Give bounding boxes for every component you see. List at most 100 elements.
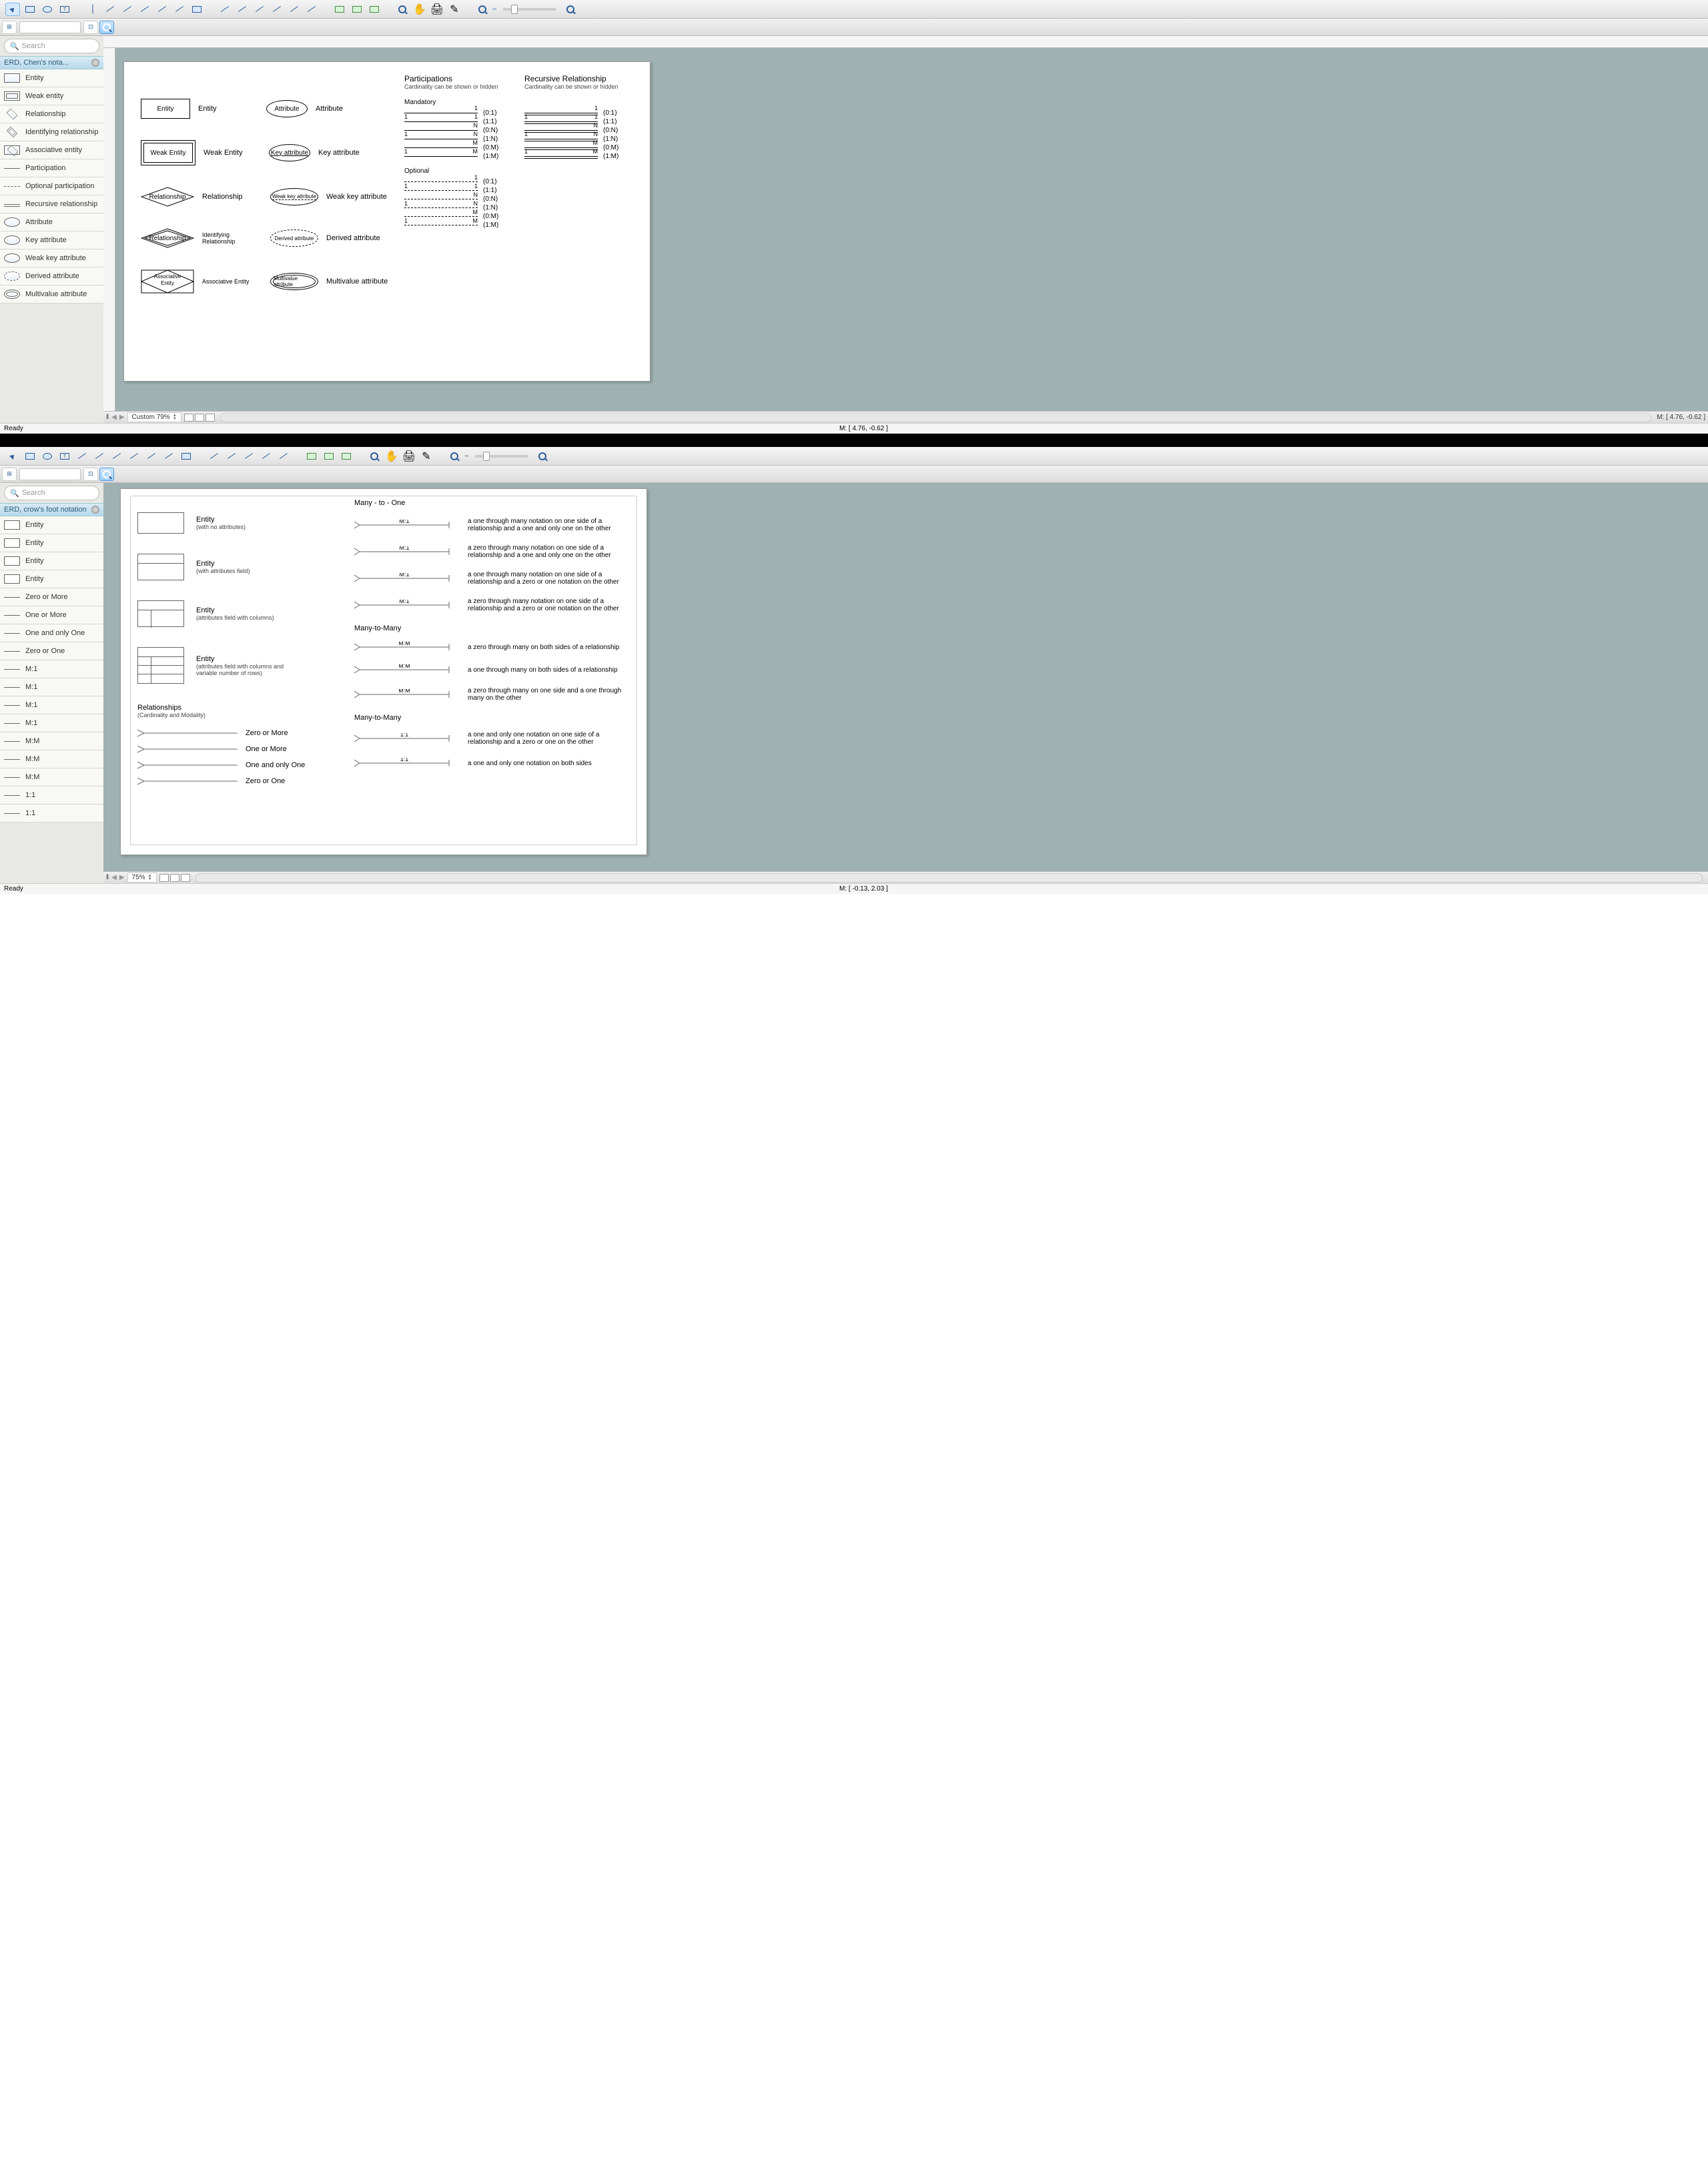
zoom-selector-2[interactable]: 75% ▲▼ — [127, 873, 157, 883]
connector-tool-6[interactable] — [172, 3, 187, 16]
hand-tool[interactable]: ✋ — [412, 3, 427, 16]
shape-item[interactable]: Weak key attribute — [0, 249, 103, 267]
group-tool-3[interactable] — [367, 3, 382, 16]
shape-item[interactable]: Optional participation — [0, 177, 103, 195]
canvas[interactable]: Participations Cardinality can be shown … — [103, 48, 1708, 411]
grid-view-toggle[interactable]: ⊡ — [83, 21, 98, 34]
canvas-2[interactable]: Entity (with no attributes) Entity (with… — [103, 483, 1708, 871]
line-2e[interactable] — [276, 450, 291, 463]
shape-item[interactable]: Relationship — [0, 105, 103, 123]
shape-item[interactable]: Multivalue attribute — [0, 286, 103, 304]
shape-item[interactable]: M:1 — [0, 714, 103, 732]
cursor-tool-2[interactable] — [5, 450, 20, 463]
shape-item[interactable]: Entity — [0, 69, 103, 87]
grp-2b[interactable] — [322, 450, 336, 463]
panel-header[interactable]: ERD, Chen's nota... — [0, 56, 103, 69]
text-tool[interactable]: T — [57, 3, 72, 16]
line-tool-3[interactable] — [252, 3, 267, 16]
conn-2g[interactable] — [179, 450, 193, 463]
panel-header-2[interactable]: ERD, crow's foot notation — [0, 503, 103, 516]
grp-2c[interactable] — [339, 450, 354, 463]
shape-item[interactable]: 1:1 — [0, 804, 103, 823]
search-toggle-2[interactable] — [99, 468, 114, 481]
tree-toggle-2[interactable]: ⊞ — [2, 468, 17, 481]
zoom-selector[interactable]: Custom 79% ▲▼ — [127, 412, 181, 422]
zoom-in-button[interactable] — [563, 3, 578, 16]
search-toggle[interactable] — [99, 21, 114, 34]
rect-tool[interactable] — [23, 3, 37, 16]
line-tool-4[interactable] — [270, 3, 284, 16]
oval-tool[interactable] — [40, 3, 55, 16]
print-tool[interactable]: 🖨 — [430, 3, 444, 16]
filter-2[interactable] — [19, 468, 81, 480]
search-input-2[interactable]: 🔍 Search — [4, 486, 99, 500]
hand-tool-2[interactable]: ✋ — [384, 450, 399, 463]
conn-2d[interactable] — [127, 450, 141, 463]
conn-2a[interactable] — [75, 450, 89, 463]
page-tabs[interactable] — [184, 414, 215, 422]
shape-item[interactable]: Derived attribute — [0, 267, 103, 286]
nav-prev-icon[interactable]: ◀ — [111, 414, 117, 421]
oval-tool-2[interactable] — [40, 450, 55, 463]
shape-item[interactable]: Key attribute — [0, 231, 103, 249]
zoom-in-2[interactable] — [535, 450, 550, 463]
shape-item[interactable]: M:M — [0, 732, 103, 750]
shape-item[interactable]: Weak entity — [0, 87, 103, 105]
zoom-tool-2[interactable] — [367, 450, 382, 463]
conn-2e[interactable] — [144, 450, 159, 463]
print-tool-2[interactable]: 🖨 — [402, 450, 416, 463]
conn-2c[interactable] — [109, 450, 124, 463]
text-tool-2[interactable]: T — [57, 450, 72, 463]
shape-item[interactable]: One or More — [0, 606, 103, 624]
shape-item[interactable]: Zero or One — [0, 642, 103, 660]
shape-item[interactable]: Participation — [0, 159, 103, 177]
line-2d[interactable] — [259, 450, 274, 463]
eye-tool-2[interactable]: ✎ — [419, 450, 434, 463]
line-tool-5[interactable] — [287, 3, 302, 16]
line-2b[interactable] — [224, 450, 239, 463]
shape-item[interactable]: M:1 — [0, 678, 103, 696]
connector-tool-3[interactable] — [120, 3, 135, 16]
eyedropper-tool[interactable]: ✎ — [447, 3, 462, 16]
connector-tool-2[interactable] — [103, 3, 117, 16]
shape-item[interactable]: Entity — [0, 516, 103, 534]
tree-view-toggle[interactable]: ⊞ — [2, 21, 17, 34]
shape-item[interactable]: Associative entity — [0, 141, 103, 159]
shape-item[interactable]: Zero or More — [0, 588, 103, 606]
shape-item[interactable]: Entity — [0, 570, 103, 588]
close-2-icon[interactable] — [91, 506, 99, 514]
line-tool-1[interactable] — [218, 3, 232, 16]
zoom-slider[interactable] — [503, 8, 556, 11]
page-tabs-2[interactable] — [159, 874, 190, 882]
connector-tool-5[interactable] — [155, 3, 169, 16]
connector-tool-7[interactable] — [189, 3, 204, 16]
conn-2f[interactable] — [161, 450, 176, 463]
filter-field[interactable] — [19, 21, 81, 33]
shape-item[interactable]: Entity — [0, 552, 103, 570]
nav-next-icon[interactable]: ▶ — [119, 414, 125, 421]
grp-2a[interactable] — [304, 450, 319, 463]
cursor-tool[interactable] — [5, 3, 20, 16]
line-2a[interactable] — [207, 450, 222, 463]
scrollbar-h-2[interactable] — [195, 873, 1703, 883]
group-tool-2[interactable] — [350, 3, 364, 16]
shape-item[interactable]: M:1 — [0, 660, 103, 678]
group-tool-1[interactable] — [332, 3, 347, 16]
shape-item[interactable]: M:1 — [0, 696, 103, 714]
line-2c[interactable] — [242, 450, 256, 463]
shape-item[interactable]: Recursive relationship — [0, 195, 103, 213]
shape-item[interactable]: 1:1 — [0, 786, 103, 804]
zoom-slider-2[interactable] — [475, 455, 528, 458]
shape-item[interactable]: M:M — [0, 768, 103, 786]
zoom-out-2[interactable] — [447, 450, 462, 463]
panel-close-icon[interactable] — [91, 59, 99, 67]
shape-item[interactable]: Identifying relationship — [0, 123, 103, 141]
nav-prev-2-icon[interactable]: ◀ — [111, 874, 117, 881]
conn-2b[interactable] — [92, 450, 107, 463]
connector-tool-1[interactable] — [85, 3, 100, 16]
shape-item[interactable]: Entity — [0, 534, 103, 552]
line-tool-2[interactable] — [235, 3, 250, 16]
search-input[interactable]: 🔍 Search — [4, 39, 99, 53]
zoom-out-button[interactable] — [475, 3, 490, 16]
scrollbar-horizontal[interactable] — [220, 413, 1651, 422]
